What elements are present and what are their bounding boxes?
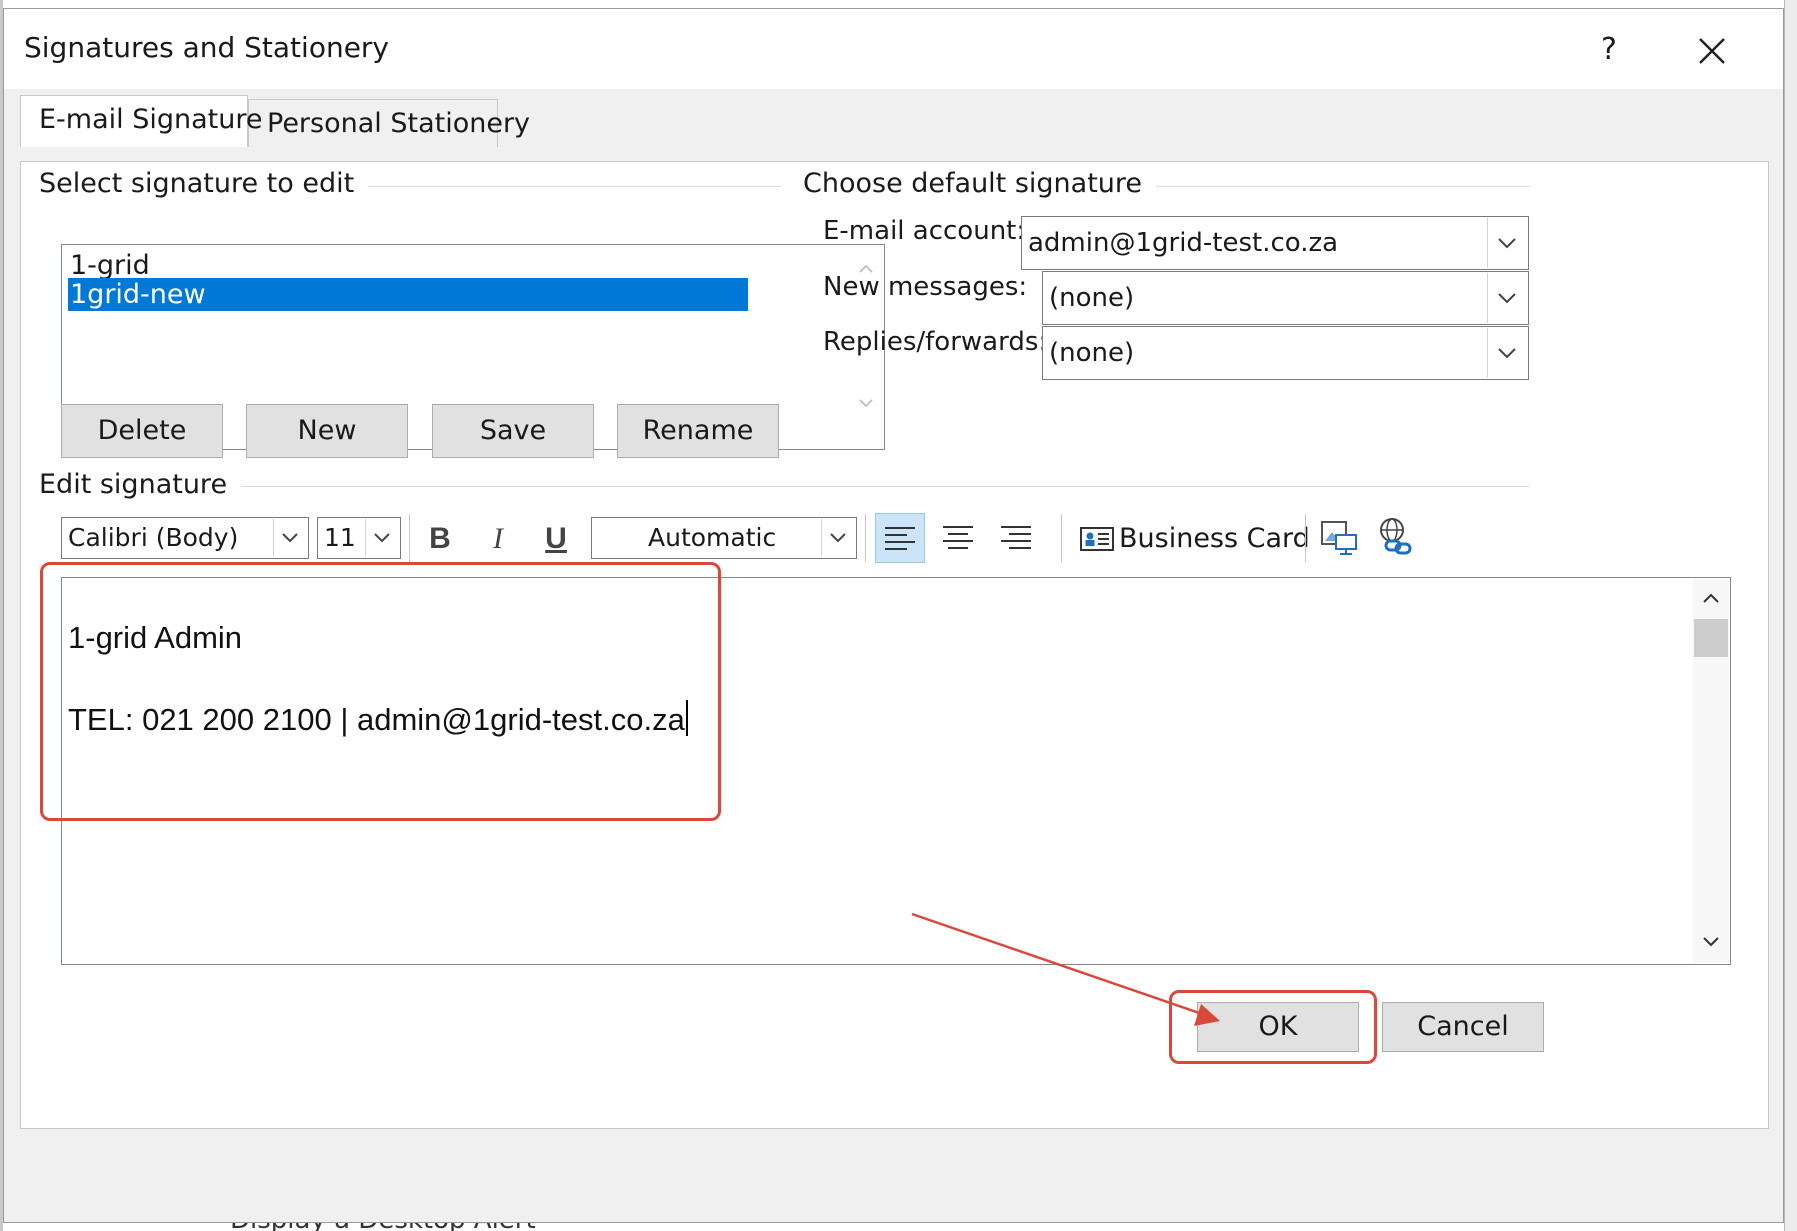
signature-editor[interactable]: 1-grid Admin TEL: 021 200 2100 | admin@1… <box>61 577 1731 965</box>
email-account-dropdown-arrow <box>1487 218 1527 268</box>
font-size-dropdown-arrow <box>365 519 399 557</box>
help-button[interactable]: ? <box>1584 25 1634 75</box>
default-signature-group-label: Choose default signature <box>803 168 1157 199</box>
toolbar-divider <box>865 514 866 562</box>
title-bar: Signatures and Stationery ? <box>4 9 1783 89</box>
save-button[interactable]: Save <box>432 404 594 458</box>
chevron-down-icon <box>1703 937 1719 947</box>
replies-forwards-label: Replies/forwards: <box>823 327 1048 357</box>
new-messages-dropdown-arrow <box>1487 273 1527 323</box>
chevron-down-icon <box>1498 293 1516 304</box>
bold-button[interactable]: B <box>415 514 465 564</box>
edit-signature-group-label: Edit signature <box>39 469 242 500</box>
background-window-scrollbar <box>1784 0 1797 1231</box>
chevron-down-icon <box>859 399 873 408</box>
chevron-down-icon <box>1498 238 1516 249</box>
select-signature-group-label: Select signature to edit <box>39 168 369 199</box>
editor-scrollbar[interactable] <box>1693 579 1729 963</box>
ok-button[interactable]: OK <box>1197 1002 1359 1052</box>
font-name-select[interactable]: Calibri (Body) <box>61 517 309 559</box>
hyperlink-icon <box>1380 518 1412 555</box>
business-card-label: Business Card <box>1119 523 1310 554</box>
font-size-value: 11 <box>324 523 356 552</box>
tab-personal-stationery-label: Personal Stationery <box>267 108 531 139</box>
underline-button[interactable]: U <box>531 514 581 564</box>
email-signature-panel: Select signature to edit 1-grid 1grid-ne… <box>20 161 1769 1129</box>
replies-forwards-value: (none) <box>1049 338 1135 368</box>
new-messages-value: (none) <box>1049 283 1135 313</box>
insert-picture-icon <box>1321 521 1357 555</box>
tab-email-signature[interactable]: E-mail Signature <box>20 95 263 147</box>
signature-name-line: 1-grid Admin <box>68 620 243 655</box>
rename-button[interactable]: Rename <box>617 404 779 458</box>
align-left-button[interactable] <box>875 513 925 563</box>
align-center-icon <box>943 526 973 549</box>
signature-contact-line: TEL: 021 200 2100 | admin@1grid-test.co.… <box>68 702 685 737</box>
toolbar-divider <box>409 514 410 562</box>
chevron-down-icon <box>282 533 298 543</box>
email-account-label: E-mail account: <box>823 216 1026 246</box>
signature-list-item-selected[interactable]: 1grid-new <box>68 278 748 311</box>
business-card-button[interactable]: Business Card <box>1073 514 1310 564</box>
new-button[interactable]: New <box>246 404 408 458</box>
email-account-select[interactable]: admin@1grid-test.co.za <box>1021 216 1529 270</box>
font-name-value: Calibri (Body) <box>68 523 239 552</box>
toolbar-divider <box>1305 514 1306 562</box>
italic-button[interactable]: I <box>473 514 523 564</box>
signature-contact-line-wrap: TEL: 021 200 2100 | admin@1grid-test.co.… <box>68 700 688 738</box>
chevron-down-icon <box>374 533 390 543</box>
replies-forwards-dropdown-arrow <box>1487 328 1527 378</box>
new-messages-label: New messages: <box>823 272 1028 302</box>
font-name-dropdown-arrow <box>273 519 307 557</box>
edit-group-divider <box>41 486 1530 487</box>
insert-picture-button[interactable] <box>1313 513 1363 563</box>
font-size-select[interactable]: 11 <box>317 517 401 559</box>
toolbar-divider <box>1061 514 1062 562</box>
close-button[interactable] <box>1684 23 1740 79</box>
delete-button[interactable]: Delete <box>61 404 223 458</box>
align-center-button[interactable] <box>933 513 983 563</box>
font-color-value: Automatic <box>648 523 777 552</box>
new-messages-select[interactable]: (none) <box>1042 271 1529 325</box>
chevron-down-icon <box>830 533 846 543</box>
email-account-value: admin@1grid-test.co.za <box>1028 228 1339 258</box>
close-icon <box>1699 38 1725 64</box>
align-left-icon <box>885 527 915 550</box>
replies-forwards-select[interactable]: (none) <box>1042 326 1529 380</box>
tab-personal-stationery[interactable]: Personal Stationery <box>248 99 530 147</box>
align-right-icon <box>1001 526 1031 549</box>
font-color-select[interactable]: Automatic <box>591 517 857 559</box>
text-caret <box>685 700 688 736</box>
align-right-button[interactable] <box>991 513 1041 563</box>
business-card-icon <box>1080 527 1114 551</box>
hyperlink-button[interactable] <box>1371 513 1421 563</box>
cancel-button[interactable]: Cancel <box>1382 1002 1544 1052</box>
signatures-dialog: Signatures and Stationery ? E-mail Signa… <box>3 8 1784 1223</box>
chevron-up-icon <box>1703 593 1719 603</box>
font-color-dropdown-arrow <box>821 519 855 557</box>
editor-scroll-thumb[interactable] <box>1694 619 1728 657</box>
dialog-title: Signatures and Stationery <box>24 31 389 64</box>
tab-email-signature-label: E-mail Signature <box>39 104 263 135</box>
chevron-down-icon <box>1498 348 1516 359</box>
